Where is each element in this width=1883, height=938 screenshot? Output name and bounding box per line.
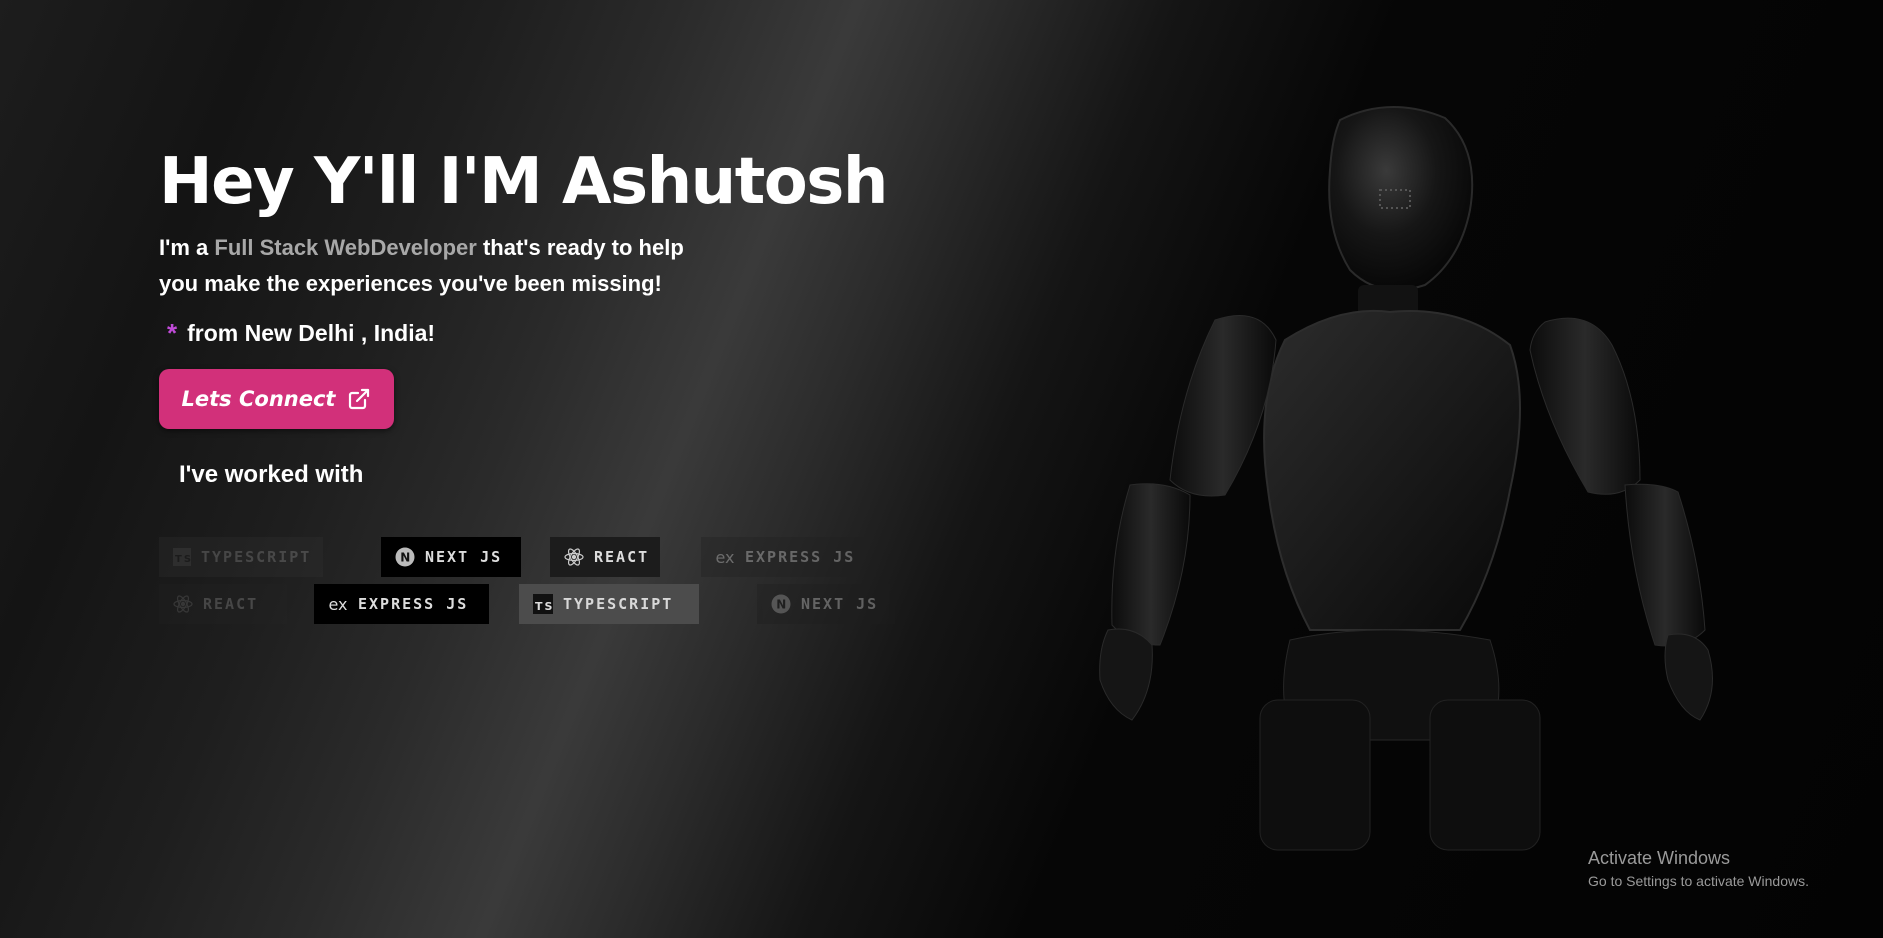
tech-marquee-row-2: REACT ex EXPRESS JS TS TYPESCRIPT N NEXT… — [159, 584, 919, 624]
star-icon: * — [167, 318, 178, 348]
lets-connect-button[interactable]: Lets Connect — [159, 369, 394, 429]
tech-chip-label: REACT — [594, 548, 650, 566]
svg-text:N: N — [776, 598, 788, 612]
tech-chip-label: NEXT JS — [425, 548, 503, 566]
tech-chip-react: REACT — [550, 537, 660, 577]
watermark-subtitle: Go to Settings to activate Windows. — [1588, 873, 1809, 889]
tech-chip-react: REACT — [159, 584, 287, 624]
tech-chip-label: REACT — [203, 595, 259, 613]
tech-chip-label: TYPESCRIPT — [563, 595, 674, 613]
intro-prefix: I'm a — [159, 235, 215, 260]
typescript-icon: TS — [173, 547, 191, 567]
nextjs-icon: N — [771, 594, 791, 614]
tech-chip-nextjs: N NEXT JS — [757, 584, 895, 624]
typescript-icon: TS — [533, 594, 553, 614]
external-link-icon — [349, 388, 370, 410]
windows-activation-watermark: Activate Windows Go to Settings to activ… — [1588, 848, 1809, 889]
express-icon: ex — [715, 547, 735, 567]
svg-text:N: N — [400, 551, 412, 565]
worked-with-heading: I've worked with — [179, 461, 364, 488]
tech-chip-label: TYPESCRIPT — [201, 548, 312, 566]
svg-text:TS: TS — [535, 600, 553, 613]
tech-chip-express: ex EXPRESS JS — [314, 584, 489, 624]
tech-chip-label: EXPRESS JS — [745, 548, 856, 566]
tech-chip-label: EXPRESS JS — [358, 595, 469, 613]
express-icon: ex — [328, 594, 348, 614]
tech-chip-express: ex EXPRESS JS — [701, 537, 876, 577]
tech-chip-typescript: TS TYPESCRIPT — [519, 584, 699, 624]
watermark-title: Activate Windows — [1588, 848, 1731, 868]
intro-role: Full Stack WebDeveloper — [214, 235, 477, 260]
react-icon — [173, 594, 193, 614]
robot-illustration — [1099, 106, 1713, 851]
react-icon — [564, 547, 584, 567]
location-text: from New Delhi , India! — [187, 320, 436, 346]
tech-marquee-row-1: TS TYPESCRIPT N NEXT JS REACT ex EXPRESS… — [159, 537, 919, 577]
tech-chip-label: NEXT JS — [801, 595, 879, 613]
intro-text: I'm a Full Stack WebDeveloper that's rea… — [159, 230, 719, 302]
hero-section: Hey Y'll I'M Ashutosh I'm a Full Stack W… — [159, 140, 979, 489]
location-line: * from New Delhi , India! — [159, 318, 979, 349]
tech-chip-nextjs: N NEXT JS — [381, 537, 521, 577]
tech-chip-typescript: TS TYPESCRIPT — [159, 537, 323, 577]
lets-connect-label: Lets Connect — [181, 387, 336, 411]
page-title: Hey Y'll I'M Ashutosh — [159, 145, 888, 219]
nextjs-icon: N — [395, 547, 415, 567]
svg-text:TS: TS — [175, 554, 191, 565]
